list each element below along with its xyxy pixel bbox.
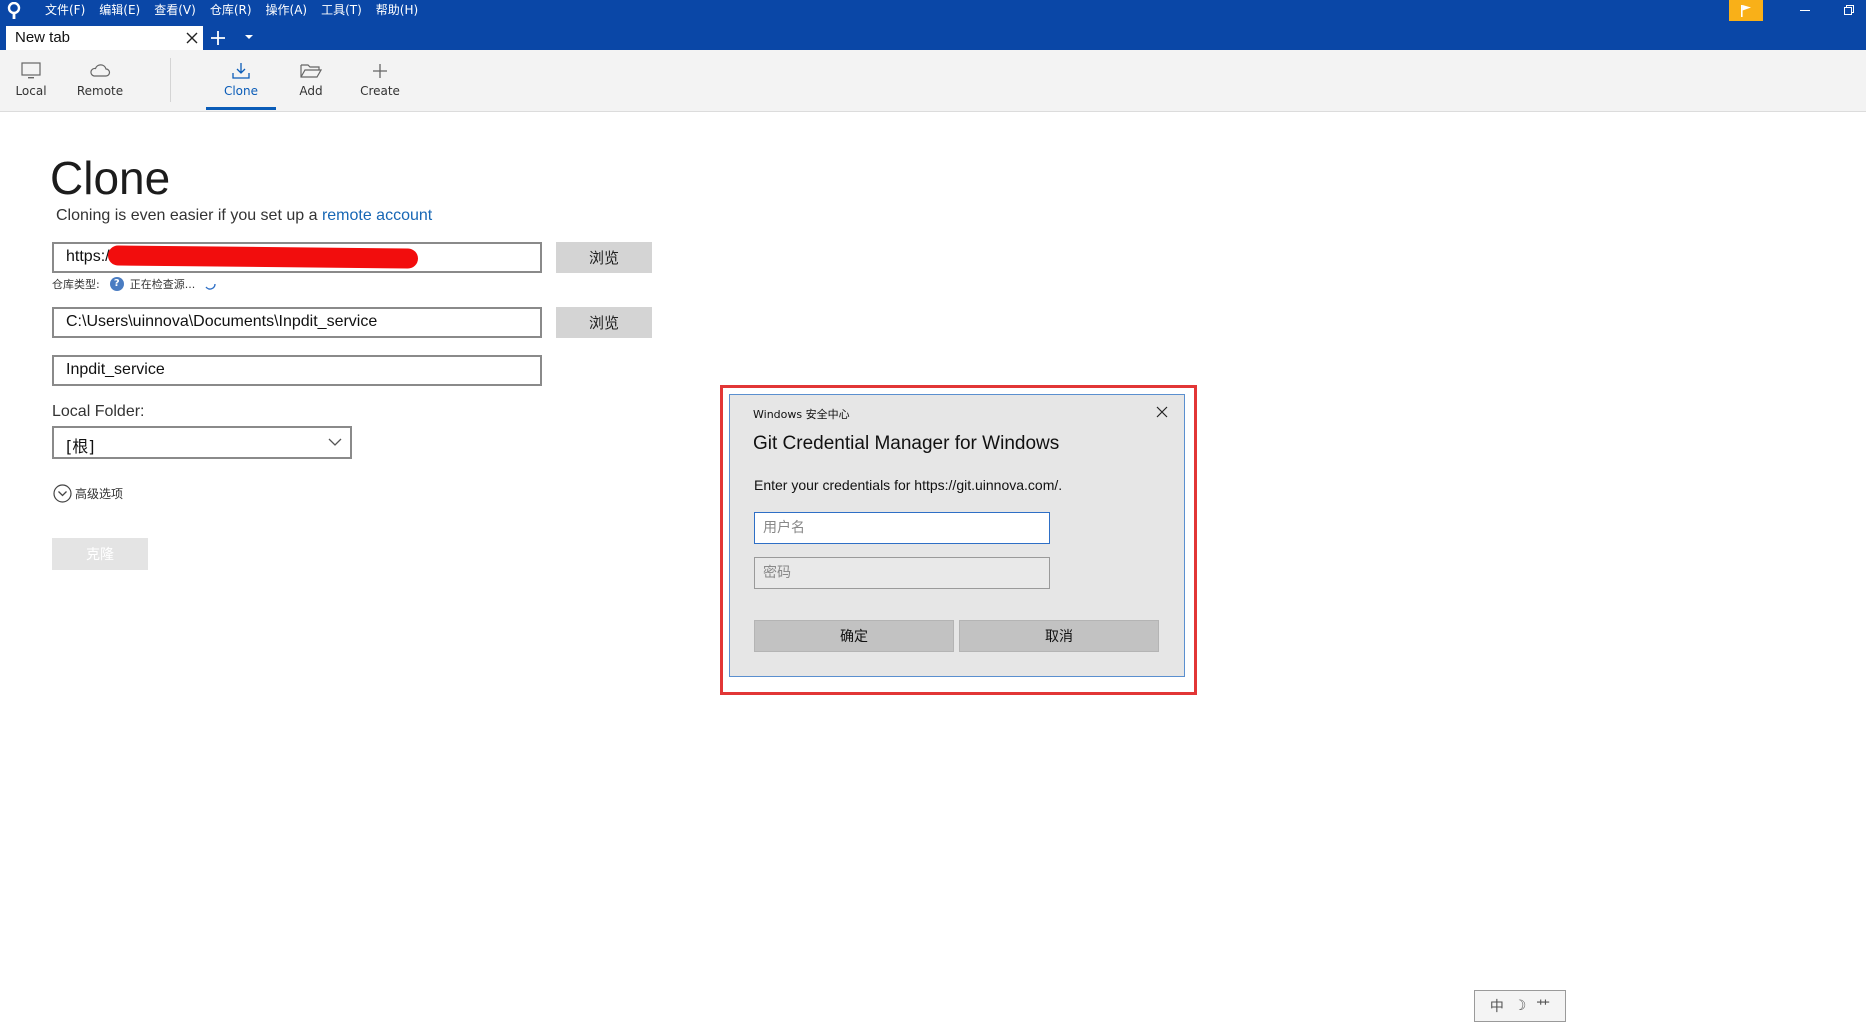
cloud-icon: [90, 64, 111, 77]
toolbar-local-label: Local: [15, 84, 47, 98]
advanced-options-label: 高级选项: [75, 487, 124, 501]
toolbar-remote-label: Remote: [76, 84, 124, 98]
toolbar-add-label: Add: [299, 84, 323, 98]
browse-destination-button[interactable]: 浏览: [556, 307, 652, 338]
expand-circle-icon: [53, 484, 72, 503]
restore-icon: [1844, 5, 1854, 15]
active-tool-indicator: [206, 107, 276, 110]
tab-dropdown-icon[interactable]: [244, 33, 254, 41]
local-folder-value: [根]: [66, 437, 95, 456]
cancel-button[interactable]: 取消: [959, 620, 1159, 652]
menu-help[interactable]: 帮助(H): [369, 1, 425, 19]
advanced-options-toggle[interactable]: 高级选项: [53, 484, 123, 503]
minimize-icon: [1800, 10, 1810, 11]
toolbar: Local Remote Clone Add Create: [0, 50, 1866, 112]
repo-type-label: 仓库类型:: [52, 278, 100, 291]
tab-new-tab[interactable]: New tab: [6, 26, 203, 50]
repo-name-input[interactable]: Inpdit_service: [52, 355, 542, 386]
menu-bar: 文件(F) 编辑(E) 查看(V) 仓库(R) 操作(A) 工具(T) 帮助(H…: [38, 1, 425, 19]
credential-dialog: Windows 安全中心 Git Credential Manager for …: [729, 394, 1185, 677]
restore-button[interactable]: [1826, 0, 1866, 20]
clone-button[interactable]: 克隆: [52, 538, 148, 570]
ime-moon-icon: ☽: [1513, 998, 1527, 1014]
sourcetree-logo-icon: [7, 2, 21, 19]
ime-extra-icon: ⺾: [1536, 999, 1551, 1015]
tab-label: New tab: [15, 29, 71, 46]
toolbar-local-button[interactable]: Local: [10, 50, 52, 110]
local-folder-label: Local Folder:: [52, 403, 145, 420]
toolbar-clone-button[interactable]: Clone: [206, 50, 276, 110]
browse-source-button[interactable]: 浏览: [556, 242, 652, 273]
menu-view[interactable]: 查看(V): [147, 1, 203, 19]
subtitle-text: Cloning is even easier if you set up a: [56, 207, 322, 224]
flag-icon: [1741, 4, 1751, 17]
menu-repository[interactable]: 仓库(R): [203, 1, 259, 19]
remote-account-link[interactable]: remote account: [322, 207, 432, 224]
repo-type-status: 仓库类型: ? 正在检查源...: [52, 276, 217, 292]
add-tab-icon[interactable]: [210, 30, 226, 46]
toolbar-create-button[interactable]: Create: [358, 50, 402, 110]
destination-path-input[interactable]: C:\Users\uinnova\Documents\Inpdit_servic…: [52, 307, 542, 338]
toolbar-add-button[interactable]: Add: [293, 50, 329, 110]
toolbar-separator: [170, 58, 171, 102]
username-field[interactable]: [754, 512, 1050, 544]
menu-tools[interactable]: 工具(T): [314, 1, 369, 19]
close-icon[interactable]: [1156, 406, 1168, 418]
ok-button[interactable]: 确定: [754, 620, 954, 652]
toolbar-clone-label: Clone: [223, 84, 259, 98]
clone-subtitle: Cloning is even easier if you set up a r…: [56, 207, 432, 225]
minimize-button[interactable]: [1782, 0, 1828, 20]
page-title: Clone: [50, 152, 171, 204]
close-tab-icon[interactable]: [185, 31, 199, 45]
menu-edit[interactable]: 编辑(E): [92, 1, 147, 19]
loading-spinner-icon: [205, 283, 216, 290]
chevron-down-icon: [328, 438, 342, 446]
local-folder-select[interactable]: [根]: [52, 426, 352, 459]
monitor-icon: [21, 62, 41, 79]
repo-name-value: Inpdit_service: [66, 361, 165, 378]
toolbar-remote-button[interactable]: Remote: [76, 50, 124, 110]
source-url-input[interactable]: https://: [52, 242, 542, 273]
password-field[interactable]: [754, 557, 1050, 589]
dialog-title: Git Credential Manager for Windows: [753, 433, 1060, 454]
toolbar-create-label: Create: [360, 84, 400, 98]
dialog-caption: Windows 安全中心: [753, 408, 850, 421]
folder-open-icon: [300, 64, 322, 78]
redaction-mark: [107, 245, 419, 269]
repo-type-checking: 正在检查源...: [129, 278, 196, 291]
menu-actions[interactable]: 操作(A): [259, 1, 315, 19]
ime-indicator[interactable]: 中 ☽ ⺾: [1474, 990, 1566, 1022]
plus-icon: [373, 64, 387, 78]
question-icon: ?: [109, 277, 124, 291]
notification-flag-button[interactable]: [1729, 0, 1763, 21]
ime-mode-label: 中: [1489, 999, 1504, 1015]
destination-path-value: C:\Users\uinnova\Documents\Inpdit_servic…: [66, 313, 378, 330]
menu-file[interactable]: 文件(F): [38, 1, 92, 19]
source-url-value: https://: [66, 248, 115, 265]
dialog-prompt: Enter your credentials for https://git.u…: [754, 477, 1063, 493]
download-icon: [232, 63, 250, 79]
title-bar: 文件(F) 编辑(E) 查看(V) 仓库(R) 操作(A) 工具(T) 帮助(H…: [0, 0, 1866, 50]
